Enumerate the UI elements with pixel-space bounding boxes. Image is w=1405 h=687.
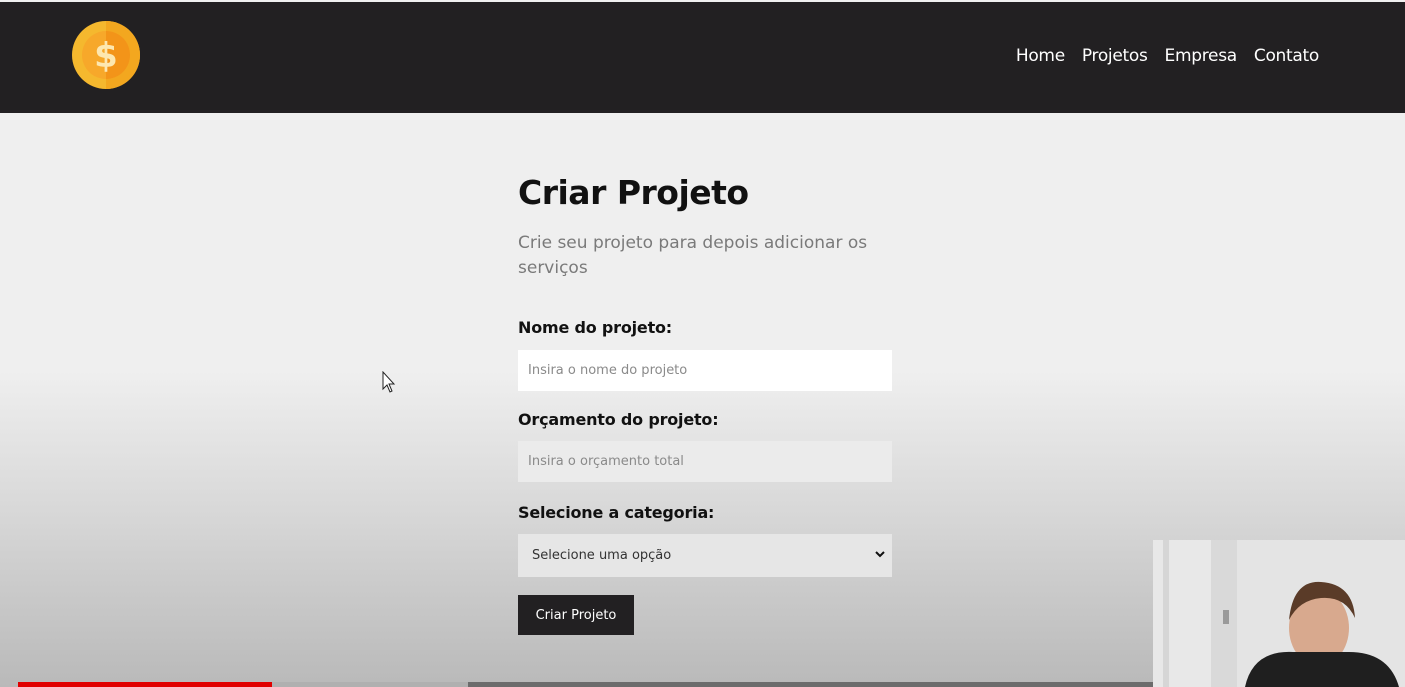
project-budget-input[interactable] bbox=[518, 441, 892, 482]
chevron-down-icon bbox=[875, 551, 885, 558]
navbar: $ Home Projetos Empresa Contato bbox=[0, 2, 1405, 113]
category-select[interactable]: Selecione uma opção bbox=[518, 534, 892, 577]
nav-link-empresa[interactable]: Empresa bbox=[1165, 46, 1238, 66]
svg-text:$: $ bbox=[94, 36, 118, 76]
main-nav: Home Projetos Empresa Contato bbox=[1016, 46, 1319, 66]
create-project-button[interactable]: Criar Projeto bbox=[518, 595, 634, 635]
nav-link-home[interactable]: Home bbox=[1016, 46, 1065, 66]
page-title: Criar Projeto bbox=[518, 173, 749, 212]
dollar-coin-icon[interactable]: $ bbox=[72, 19, 140, 91]
category-label: Selecione a categoria: bbox=[518, 503, 715, 522]
nav-link-projetos[interactable]: Projetos bbox=[1082, 46, 1148, 66]
create-project-form: Criar Projeto Crie seu projeto para depo… bbox=[518, 173, 892, 635]
name-label: Nome do projeto: bbox=[518, 318, 673, 337]
page-subtitle: Crie seu projeto para depois adicionar o… bbox=[518, 233, 868, 278]
budget-label: Orçamento do projeto: bbox=[518, 410, 719, 429]
mouse-cursor-icon bbox=[382, 371, 396, 393]
project-name-input[interactable] bbox=[518, 350, 892, 391]
nav-link-contato[interactable]: Contato bbox=[1254, 46, 1319, 66]
category-select-value: Selecione uma opção bbox=[532, 548, 672, 563]
video-progress-fill bbox=[18, 682, 272, 687]
webcam-overlay bbox=[1153, 540, 1405, 687]
